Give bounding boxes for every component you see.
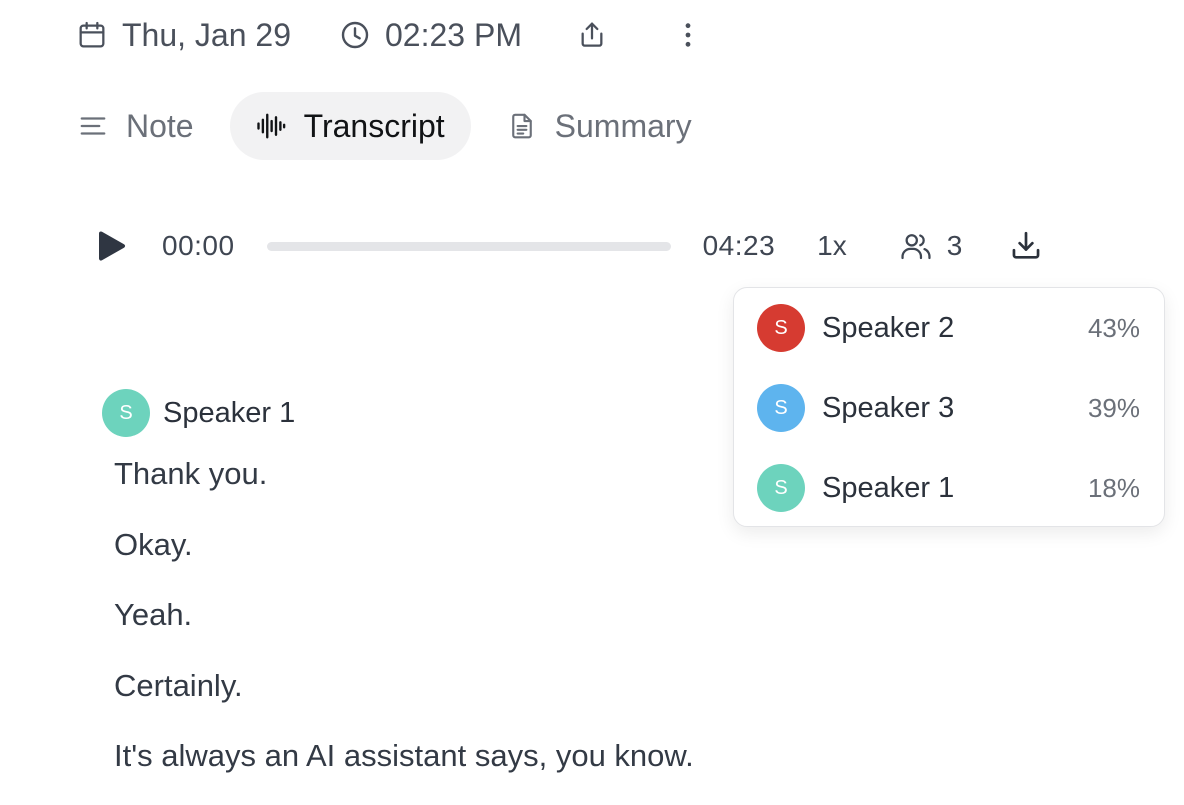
speaker-name: Speaker 1 xyxy=(822,471,955,504)
transcript-line[interactable]: Certainly. xyxy=(114,664,694,735)
speaker-option[interactable]: S Speaker 2 43% xyxy=(734,288,1164,368)
menu-lines-icon xyxy=(78,111,108,141)
speaker-option[interactable]: S Speaker 3 39% xyxy=(734,368,1164,448)
avatar: S xyxy=(757,384,805,432)
progress-bar[interactable] xyxy=(266,241,671,251)
transcript-lines: Thank you. Okay. Yeah. Certainly. It's a… xyxy=(114,452,694,805)
duration: 04:23 xyxy=(702,230,776,261)
speaker-name: Speaker 3 xyxy=(822,391,955,424)
download-icon xyxy=(1009,229,1043,263)
audio-player: 00:00 04:23 1x 3 xyxy=(96,222,1044,270)
playback-speed-button[interactable]: 1x xyxy=(817,230,847,262)
calendar-icon xyxy=(76,19,108,51)
document-icon xyxy=(507,111,537,141)
speaker-option[interactable]: S Speaker 1 18% xyxy=(734,448,1164,528)
more-options-button[interactable] xyxy=(670,17,706,53)
tab-transcript[interactable]: Transcript xyxy=(229,92,471,160)
tab-note-label: Note xyxy=(126,107,194,144)
avatar: S xyxy=(757,464,805,512)
more-vertical-icon xyxy=(672,19,704,51)
view-tabs: Note Transcript Summary xyxy=(66,92,718,160)
avatar: S xyxy=(757,304,805,352)
speaker-name: Speaker 2 xyxy=(822,311,955,344)
play-button[interactable] xyxy=(96,229,128,263)
transcript-line[interactable]: Okay. xyxy=(114,523,694,594)
speaker-percent: 18% xyxy=(1087,472,1140,503)
date-text: Thu, Jan 29 xyxy=(122,16,291,53)
transcript-speaker[interactable]: S Speaker 1 xyxy=(102,389,295,437)
speaker-count: 3 xyxy=(946,230,963,261)
transcript-speaker-name: Speaker 1 xyxy=(163,396,296,429)
tab-transcript-label: Transcript xyxy=(303,107,445,144)
audio-waveform-icon xyxy=(256,111,286,141)
speakers-button[interactable]: 3 xyxy=(899,229,963,263)
header-meta: Thu, Jan 29 02:23 PM xyxy=(76,10,706,60)
tab-summary[interactable]: Summary xyxy=(481,92,718,160)
download-button[interactable] xyxy=(1008,228,1044,264)
transcript-line[interactable]: Thank you. xyxy=(114,452,694,523)
share-button[interactable] xyxy=(574,17,610,53)
current-time: 00:00 xyxy=(162,230,235,261)
users-icon xyxy=(899,229,933,263)
clock-icon xyxy=(339,19,371,51)
avatar: S xyxy=(102,389,150,437)
speaker-percent: 39% xyxy=(1087,392,1140,423)
speaker-percent: 43% xyxy=(1087,312,1140,343)
transcript-line[interactable]: It's always an AI assistant says, you kn… xyxy=(114,734,694,805)
share-icon xyxy=(576,19,608,51)
speakers-dropdown: S Speaker 2 43% S Speaker 3 39% S Speake… xyxy=(733,287,1165,527)
date-display: Thu, Jan 29 xyxy=(76,17,291,54)
time-text: 02:23 PM xyxy=(385,16,522,53)
tab-note[interactable]: Note xyxy=(66,92,220,160)
time-display: 02:23 PM xyxy=(339,17,522,54)
play-icon xyxy=(97,230,127,262)
tab-summary-label: Summary xyxy=(554,107,692,144)
transcript-line[interactable]: Yeah. xyxy=(114,593,694,664)
